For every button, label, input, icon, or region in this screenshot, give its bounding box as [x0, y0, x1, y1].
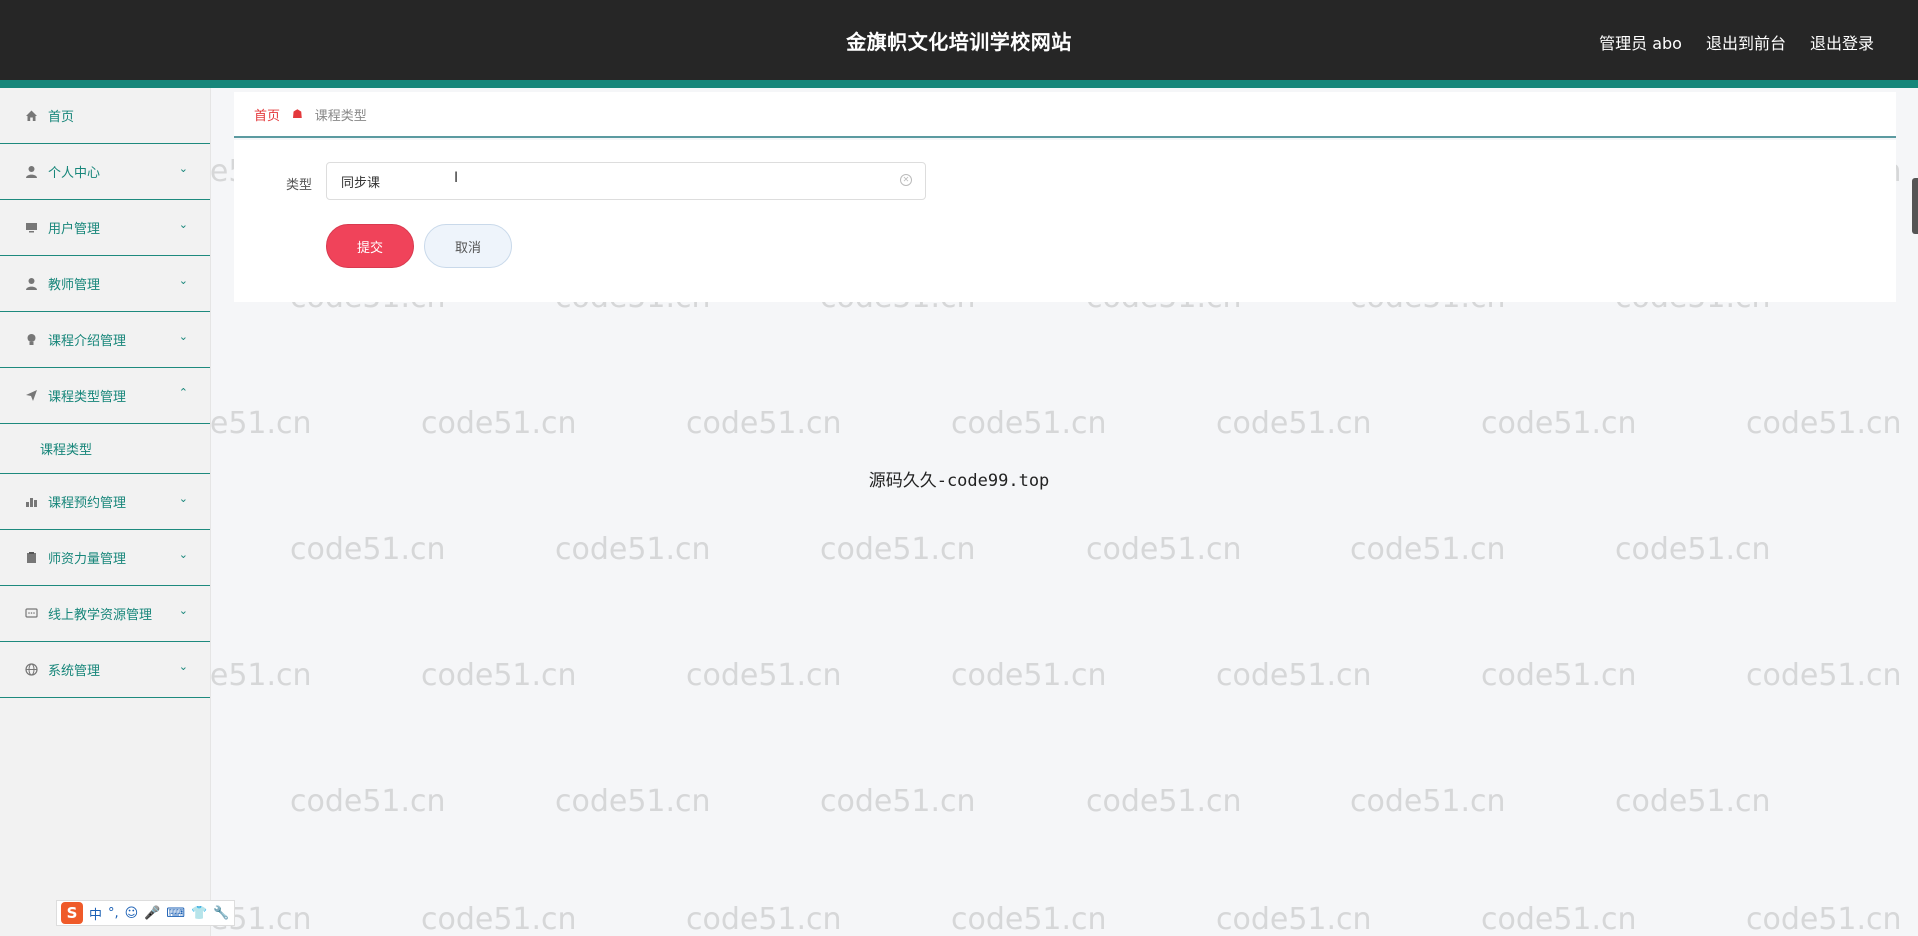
watermark: code51.cn [1216, 406, 1372, 441]
type-label: 类型 [286, 178, 313, 193]
logout-link[interactable]: 退出登录 [1810, 30, 1874, 54]
sidebar-item-label: 首页 [48, 110, 75, 125]
submenu-item-course-type[interactable]: 课程类型 [40, 439, 92, 458]
watermark: code51.cn [1746, 902, 1902, 936]
watermark: code51.cn [1615, 784, 1771, 819]
watermark: code51.cn [1481, 406, 1637, 441]
chevron-down-icon: ⌄ [178, 162, 188, 175]
center-text: 源码久久-code99.top [868, 471, 1050, 491]
home-icon: ☗ [292, 107, 303, 121]
chevron-down-icon: ⌄ [178, 274, 188, 287]
emoji-icon[interactable]: ☺ [125, 906, 139, 921]
sogou-logo-icon: S [61, 902, 83, 924]
user-icon [24, 165, 38, 179]
sidebar-item-users[interactable]: 用户管理 ⌄ [0, 200, 210, 256]
keyboard-icon[interactable]: ⌨ [166, 906, 185, 921]
watermark: code51.cn [686, 406, 842, 441]
monitor-icon [24, 221, 38, 235]
watermark: code51.cn [1086, 532, 1242, 567]
watermark: code51.cn [951, 902, 1107, 936]
skin-icon[interactable]: 👕 [191, 906, 207, 921]
watermark: code51.cn [951, 406, 1107, 441]
sidebar-item-label: 用户管理 [48, 222, 101, 237]
watermark: code51.cn [421, 902, 577, 936]
text-cursor-icon: I [454, 170, 459, 186]
sidebar-item-label: 个人中心 [48, 166, 101, 181]
breadcrumb-home[interactable]: 首页 [254, 105, 280, 124]
ime-mode-label[interactable]: 中 [89, 904, 102, 923]
bulb-icon [24, 333, 38, 347]
watermark: code51.cn [1481, 902, 1637, 936]
watermark: code51.cn [1481, 658, 1637, 693]
ime-toolbar[interactable]: S 中 °, ☺ 🎤 ⌨ 👕 🔧 [56, 900, 235, 926]
globe-icon [24, 663, 38, 677]
sidebar-item-label: 线上教学资源管理 [48, 608, 153, 623]
sidebar-item-label: 课程介绍管理 [48, 334, 127, 349]
sidebar-item-course-type[interactable]: 课程类型管理 ⌃ [0, 368, 210, 424]
sidebar-item-faculty[interactable]: 师资力量管理 ⌄ [0, 530, 210, 586]
watermark: code51.cn [1350, 532, 1506, 567]
chat-icon [24, 607, 38, 621]
watermark: code51.cn [1746, 406, 1902, 441]
watermark: code51.cn [1350, 784, 1506, 819]
sidebar-item-system[interactable]: 系统管理 ⌄ [0, 642, 210, 698]
sidebar-item-label: 师资力量管理 [48, 552, 127, 567]
wrench-icon[interactable]: 🔧 [213, 906, 229, 921]
submit-button[interactable]: 提交 [326, 224, 414, 268]
watermark: code51.cn [421, 406, 577, 441]
sidebar: 首页 个人中心 ⌄ 用户管理 ⌄ 教师管理 ⌄ 课程介绍管理 ⌄ 课程类型管理 … [0, 88, 211, 936]
person-icon [24, 277, 38, 291]
watermark: code51.cn [820, 784, 976, 819]
chevron-down-icon: ⌄ [178, 548, 188, 561]
bar-chart-icon [24, 495, 38, 509]
watermark: code51.cn [951, 658, 1107, 693]
clipboard-icon [24, 551, 38, 565]
cancel-button[interactable]: 取消 [424, 224, 512, 268]
header-links: 管理员 abo 退出到前台 退出登录 [1599, 30, 1874, 54]
sidebar-item-label: 系统管理 [48, 664, 101, 679]
chevron-down-icon: ⌄ [178, 330, 188, 343]
sidebar-item-label: 课程预约管理 [48, 496, 127, 511]
chevron-up-icon: ⌃ [178, 386, 188, 399]
chevron-down-icon: ⌄ [178, 660, 188, 673]
watermark: code51.cn [686, 658, 842, 693]
watermark: code51.cn [1746, 658, 1902, 693]
watermark: code51.cn [1216, 658, 1372, 693]
watermark: code51.cn [1086, 784, 1242, 819]
top-header: 金旗帜文化培训学校网站 管理员 abo 退出到前台 退出登录 [0, 0, 1918, 88]
watermark: code51.cn [555, 532, 711, 567]
back-to-front-link[interactable]: 退出到前台 [1706, 30, 1786, 54]
punctuation-icon[interactable]: °, [108, 906, 119, 921]
watermark: code51.cn [1615, 532, 1771, 567]
send-icon [24, 389, 38, 403]
sidebar-item-label: 课程类型管理 [48, 390, 127, 405]
scrollbar[interactable] [1912, 178, 1918, 234]
clear-icon[interactable]: ✕ [900, 174, 912, 186]
admin-user-label: 管理员 abo [1599, 34, 1682, 53]
sidebar-item-home[interactable]: 首页 [0, 88, 210, 144]
type-input[interactable] [326, 162, 926, 200]
microphone-icon[interactable]: 🎤 [144, 906, 160, 921]
watermark: code51.cn [290, 532, 446, 567]
watermark: code51.cn [1216, 902, 1372, 936]
watermark: code51.cn [686, 902, 842, 936]
chevron-down-icon: ⌄ [178, 492, 188, 505]
home-icon [24, 109, 38, 123]
watermark: code51.cn [820, 532, 976, 567]
form-card: 类型 ✕ I 提交 取消 [234, 140, 1896, 302]
sidebar-item-label: 教师管理 [48, 278, 101, 293]
watermark: code51.cn [421, 658, 577, 693]
sidebar-item-teachers[interactable]: 教师管理 ⌄ [0, 256, 210, 312]
breadcrumb: 首页 ☗ 课程类型 [234, 92, 1896, 138]
sidebar-item-profile[interactable]: 个人中心 ⌄ [0, 144, 210, 200]
watermark: code51.cn [290, 784, 446, 819]
chevron-down-icon: ⌄ [178, 218, 188, 231]
chevron-down-icon: ⌄ [178, 604, 188, 617]
watermark: code51.cn [555, 784, 711, 819]
sidebar-item-online-resources[interactable]: 线上教学资源管理 ⌄ [0, 586, 210, 642]
sidebar-item-course-intro[interactable]: 课程介绍管理 ⌄ [0, 312, 210, 368]
breadcrumb-current: 课程类型 [314, 108, 367, 124]
